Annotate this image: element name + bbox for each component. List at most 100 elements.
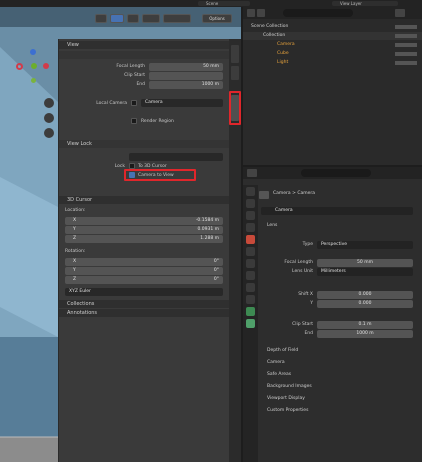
properties-editor: Camera > Camera Camera Lens Type Perspec… xyxy=(243,167,422,462)
shift-y-label: Y xyxy=(310,301,313,306)
top-bar: Scene View Layer xyxy=(0,0,422,7)
custom-properties-section-header[interactable]: Custom Properties xyxy=(259,407,422,415)
lens-unit-dropdown[interactable]: Millimeters xyxy=(317,268,413,276)
camera-view-icon[interactable] xyxy=(44,128,54,138)
background-images-section-header[interactable]: Background Images xyxy=(259,383,422,391)
shading-buttons[interactable] xyxy=(163,14,191,23)
rotation-mode-dropdown[interactable]: XYZ Euler xyxy=(65,288,223,296)
gizmo-z-icon[interactable] xyxy=(30,49,36,55)
loc-z-value: 1.288 m xyxy=(200,236,219,241)
tab-camera-data-icon[interactable] xyxy=(246,319,255,328)
select-tool-button[interactable] xyxy=(95,14,107,23)
filter-icon[interactable] xyxy=(395,9,405,17)
pin-icon[interactable] xyxy=(259,191,269,199)
tab-particles-icon[interactable] xyxy=(246,283,255,292)
camera-data-name-field[interactable]: Camera xyxy=(261,207,413,215)
section-label: Viewport Display xyxy=(267,396,305,401)
breadcrumb-object[interactable]: Camera xyxy=(273,191,291,196)
editor-type-icon[interactable] xyxy=(247,169,257,177)
gizmo-y-icon[interactable] xyxy=(31,63,37,69)
cursor-location-x[interactable]: X -0.1584 m xyxy=(65,217,223,225)
scene-selector[interactable]: Scene xyxy=(198,1,250,6)
properties-tabs xyxy=(243,185,258,462)
clip-start-field[interactable] xyxy=(149,72,223,80)
shift-y-field[interactable]: 0.000 xyxy=(317,300,413,308)
breadcrumb-data[interactable]: Camera xyxy=(297,191,315,196)
outliner-search-input[interactable] xyxy=(283,9,353,17)
viewport-display-section-header[interactable]: Viewport Display xyxy=(259,395,422,403)
visibility-toggles[interactable] xyxy=(395,25,417,67)
tab-view-layer-icon[interactable] xyxy=(246,223,255,232)
tab-item[interactable] xyxy=(231,45,239,63)
location-label: Location: xyxy=(65,208,86,213)
clip-end-field[interactable]: 1000 m xyxy=(149,81,223,89)
tab-scene-icon[interactable] xyxy=(246,235,255,244)
lens-unit-label: Lens Unit xyxy=(292,269,313,274)
clip-end-field[interactable]: 1000 m xyxy=(317,330,413,338)
section-label: Camera xyxy=(267,360,285,365)
tab-render-icon[interactable] xyxy=(246,199,255,208)
view-lock-section-header[interactable]: View Lock xyxy=(59,140,230,148)
section-label: Safe Areas xyxy=(267,372,292,377)
rot-x-axis: X xyxy=(73,259,77,264)
tab-modifier-icon[interactable] xyxy=(246,271,255,280)
view-tool-button[interactable] xyxy=(127,14,139,23)
collections-label: Collections xyxy=(67,301,95,307)
tab-object-icon[interactable] xyxy=(246,259,255,268)
gizmo-x-icon[interactable] xyxy=(16,63,23,70)
tab-tool-icon[interactable] xyxy=(246,187,255,196)
tab-constraints-icon[interactable] xyxy=(246,307,255,316)
pan-icon[interactable] xyxy=(44,113,54,123)
local-camera-label: Local Camera xyxy=(96,101,127,106)
gizmo-neg-y-icon[interactable] xyxy=(31,78,36,83)
clip-end-label: End xyxy=(136,82,145,87)
view-layer-selector[interactable]: View Layer xyxy=(332,1,398,6)
local-camera-field[interactable]: Camera xyxy=(141,99,223,107)
highlight-camera-to-view xyxy=(124,169,196,181)
tab-tool[interactable] xyxy=(231,66,239,80)
gizmo-neg-x-icon[interactable] xyxy=(43,63,49,69)
camera-section-header[interactable]: Camera xyxy=(259,359,422,367)
cursor-rotation-y[interactable]: Y 0° xyxy=(65,267,223,275)
dof-section-header[interactable]: Depth of Field xyxy=(259,347,422,355)
outliner-item-label: Camera xyxy=(277,42,295,47)
cursor-section-header[interactable]: 3D Cursor xyxy=(59,196,230,204)
display-mode-icon[interactable] xyxy=(257,9,265,17)
clip-start-field[interactable]: 0.1 m xyxy=(317,321,413,329)
section-label: Custom Properties xyxy=(267,408,309,413)
lens-section-header[interactable]: Lens xyxy=(259,222,422,230)
outliner-item-label: Cube xyxy=(277,51,289,56)
tab-output-icon[interactable] xyxy=(246,211,255,220)
safe-areas-section-header[interactable]: Safe Areas xyxy=(259,371,422,379)
view-section-header[interactable]: View xyxy=(59,41,230,49)
focal-length-field[interactable]: 50 mm xyxy=(317,259,413,267)
editor-type-icon[interactable] xyxy=(247,9,255,17)
lens-section-label: Lens xyxy=(267,223,278,228)
cursor-rotation-x[interactable]: X 0° xyxy=(65,258,223,266)
transform-tool-button[interactable] xyxy=(110,14,124,23)
view-section-label: View xyxy=(67,42,79,48)
loc-z-axis: Z xyxy=(73,236,77,241)
cursor-location-z[interactable]: Z 1.288 m xyxy=(65,235,223,243)
section-label: Depth of Field xyxy=(267,348,299,353)
tab-world-icon[interactable] xyxy=(246,247,255,256)
type-dropdown[interactable]: Perspective xyxy=(317,241,413,249)
lens-subsection-header[interactable] xyxy=(59,51,230,59)
overlay-button[interactable] xyxy=(142,14,160,23)
annotations-section-header[interactable]: Annotations xyxy=(59,309,230,317)
tab-physics-icon[interactable] xyxy=(246,295,255,304)
view-layer-label: View Layer xyxy=(340,1,362,6)
shift-x-label: Shift X xyxy=(298,292,313,297)
collections-section-header[interactable]: Collections xyxy=(59,300,230,308)
options-button[interactable]: Options xyxy=(202,14,232,23)
cursor-rotation-z[interactable]: Z 0° xyxy=(65,276,223,284)
lock-to-object-field[interactable] xyxy=(129,153,223,161)
shift-x-field[interactable]: 0.000 xyxy=(317,291,413,299)
cursor-location-y[interactable]: Y 0.0931 m xyxy=(65,226,223,234)
local-camera-checkbox[interactable] xyxy=(131,100,137,106)
render-region-checkbox[interactable] xyxy=(131,118,137,124)
properties-search-input[interactable] xyxy=(301,169,371,177)
zoom-icon[interactable] xyxy=(44,98,54,108)
collection-label: Collection xyxy=(263,33,286,38)
focal-length-field[interactable]: 50 mm xyxy=(149,63,223,71)
